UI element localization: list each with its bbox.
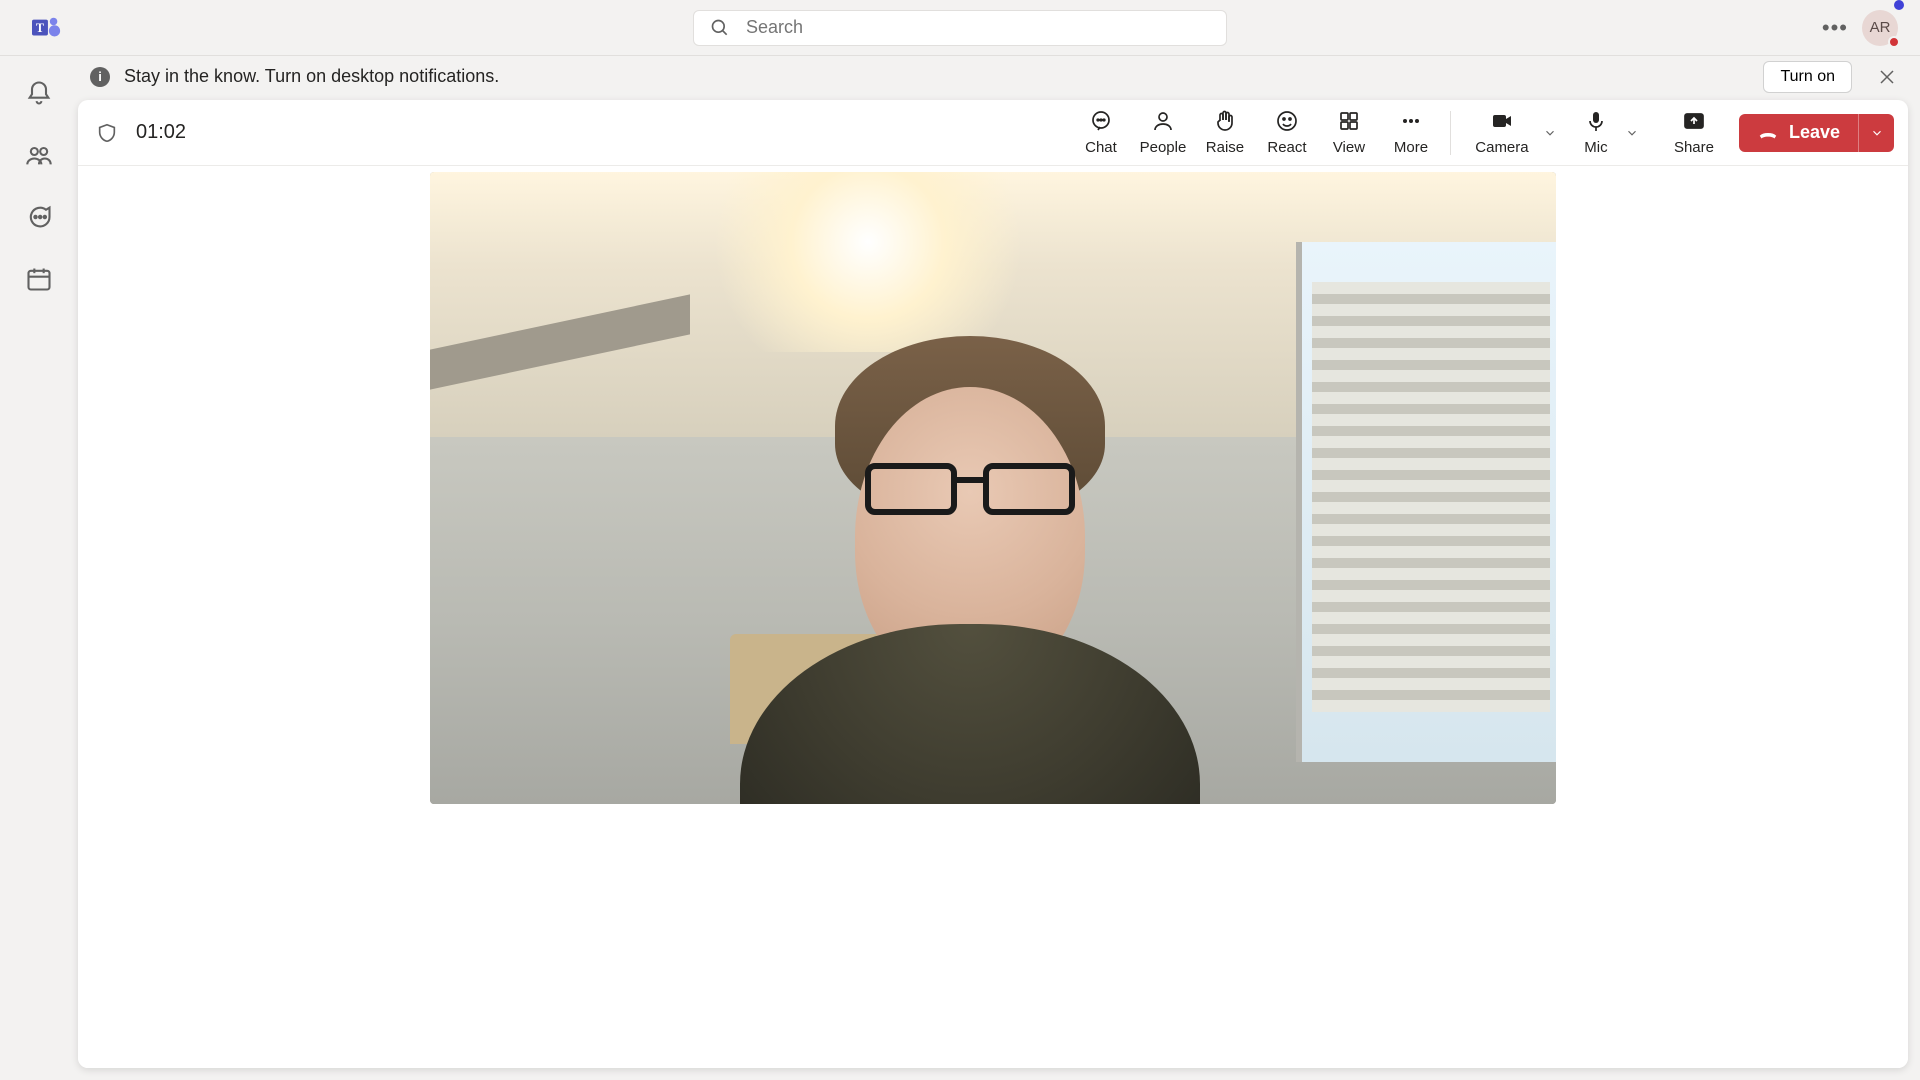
chat-label: Chat [1085,139,1117,156]
presence-indicator [1888,36,1900,48]
notification-banner: i Stay in the know. Turn on desktop noti… [0,55,1920,97]
close-icon[interactable] [1878,68,1896,86]
teams-logo: T [28,9,66,47]
meeting-window: 01:02 Chat People Raise [78,100,1908,1068]
svg-text:T: T [36,20,44,34]
hangup-icon [1757,122,1779,144]
meeting-toolbar: 01:02 Chat People Raise [78,100,1908,166]
people-label: People [1140,139,1187,156]
camera-label: Camera [1475,139,1528,156]
participant-video[interactable] [430,172,1556,804]
view-button[interactable]: View [1318,109,1380,156]
app-rail [0,55,78,1080]
people-button[interactable]: People [1132,109,1194,156]
share-button[interactable]: Share [1663,109,1725,156]
settings-more-icon[interactable]: ••• [1822,15,1848,41]
more-label: More [1394,139,1428,156]
app-top-bar: T ••• AR [0,0,1920,55]
presence-indicator-top [1894,0,1904,10]
rail-community-icon[interactable] [25,141,53,169]
react-button[interactable]: React [1256,109,1318,156]
mic-button[interactable]: Mic [1565,109,1627,156]
leave-label: Leave [1789,122,1840,143]
search-input[interactable] [746,17,1210,38]
raise-label: Raise [1206,139,1244,156]
search-icon [710,18,730,38]
view-label: View [1333,139,1365,156]
turn-on-button[interactable]: Turn on [1763,61,1852,93]
mic-label: Mic [1584,139,1607,156]
raise-hand-button[interactable]: Raise [1194,109,1256,156]
mic-chevron-icon[interactable] [1625,126,1639,140]
rail-activity-icon[interactable] [25,79,53,107]
chat-button[interactable]: Chat [1070,109,1132,156]
leave-button[interactable]: Leave [1739,114,1894,152]
banner-text: Stay in the know. Turn on desktop notifi… [124,66,499,87]
rail-calendar-icon[interactable] [25,265,53,293]
call-timer: 01:02 [136,121,186,144]
camera-chevron-icon[interactable] [1543,126,1557,140]
more-button[interactable]: More [1380,109,1442,156]
camera-button[interactable]: Camera [1459,109,1545,156]
leave-chevron-icon[interactable] [1858,114,1894,152]
shield-icon[interactable] [96,122,118,144]
react-label: React [1267,139,1306,156]
meeting-stage [78,166,1908,1068]
share-label: Share [1674,139,1714,156]
rail-chat-icon[interactable] [25,203,53,231]
info-icon: i [90,67,110,87]
avatar-initials: AR [1870,19,1891,36]
search-box[interactable] [693,10,1227,46]
toolbar-separator [1450,111,1451,155]
avatar[interactable]: AR [1862,10,1898,46]
